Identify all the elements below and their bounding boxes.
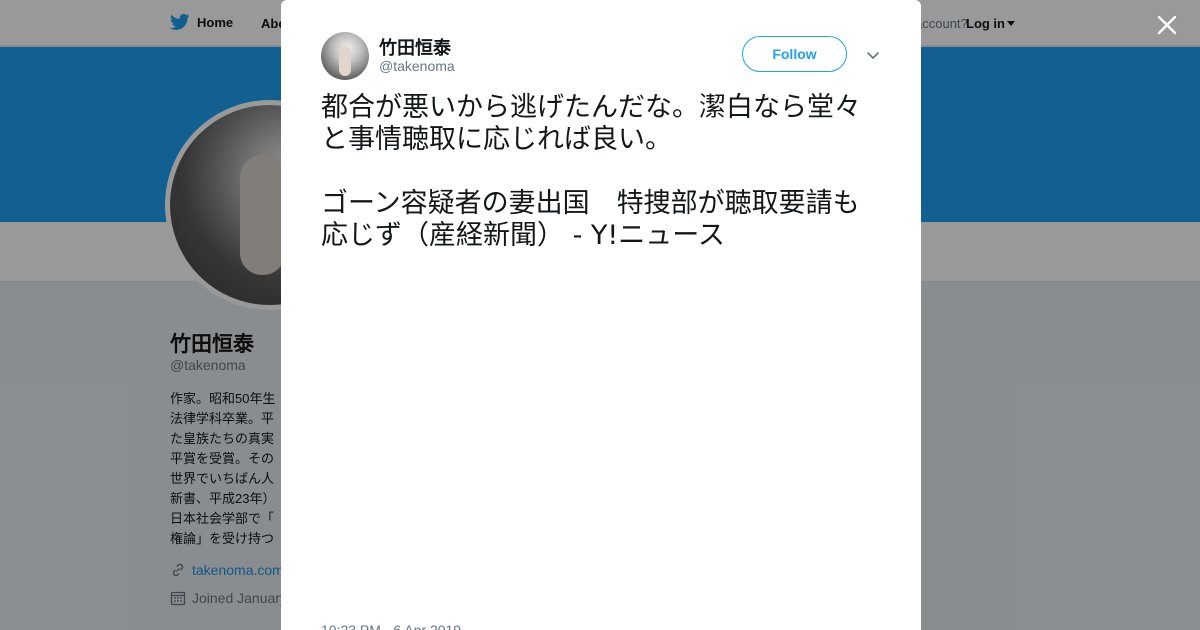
follow-button[interactable]: Follow (742, 36, 847, 72)
tweet-author-avatar[interactable] (321, 32, 369, 80)
chevron-down-icon[interactable] (865, 47, 881, 63)
tweet-author-name[interactable]: 竹田恒泰 (379, 34, 451, 60)
tweet-text-line: ゴーン容疑者の妻出国 特捜部が聴取要請も (321, 188, 860, 219)
tweet-text-line: 都合が悪いから逃げたんだな。潔白なら堂々 (321, 92, 861, 123)
tweet-text-line: 応じず（産経新聞） - Y!ニュース (321, 220, 725, 251)
close-icon[interactable] (1156, 14, 1178, 36)
tweet-text-line (321, 156, 891, 188)
tweet-text-line: と事情聴取に応じれば良い。 (321, 124, 672, 155)
tweet-author-handle[interactable]: @takenoma (379, 58, 455, 74)
tweet-timestamp[interactable]: 10:23 PM - 6 Apr 2019 (321, 622, 461, 630)
tweet-text: 都合が悪いから逃げたんだな。潔白なら堂々 と事情聴取に応じれば良い。 ゴーン容疑… (321, 92, 891, 252)
tweet-modal: 竹田恒泰 @takenoma Follow 都合が悪いから逃げたんだな。潔白なら… (281, 0, 921, 630)
